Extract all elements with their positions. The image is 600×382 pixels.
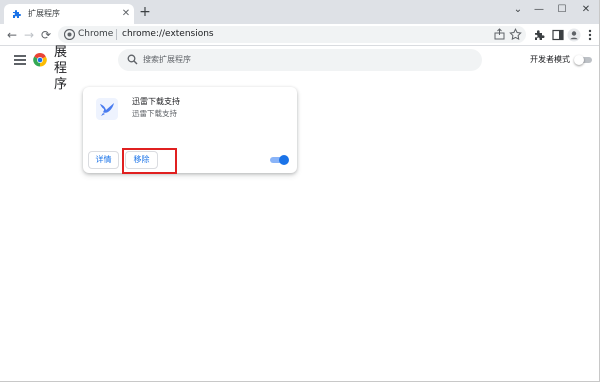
tab-close-icon[interactable]: ✕ bbox=[120, 8, 132, 20]
extension-card: 迅雷下载支持 迅雷下载支持 详情 移除 bbox=[83, 87, 297, 173]
minimize-button[interactable]: — bbox=[531, 2, 547, 18]
new-tab-button[interactable]: + bbox=[138, 5, 152, 19]
site-name: Chrome bbox=[78, 29, 114, 39]
tab-search-dropdown-icon[interactable]: ⌄ bbox=[510, 2, 526, 18]
search-placeholder: 搜索扩展程序 bbox=[143, 55, 191, 64]
chrome-site-icon bbox=[64, 29, 75, 40]
share-icon[interactable] bbox=[493, 28, 506, 41]
extension-name: 迅雷下载支持 bbox=[132, 97, 180, 106]
developer-mode-label: 开发者模式 bbox=[530, 55, 570, 64]
hamburger-menu-icon[interactable] bbox=[14, 55, 26, 65]
bookmark-star-icon[interactable] bbox=[509, 28, 522, 41]
profile-avatar-icon[interactable] bbox=[566, 27, 582, 43]
chrome-logo-icon bbox=[33, 53, 47, 67]
highlight-box bbox=[122, 148, 177, 174]
browser-toolbar: ← → ⟳ Chrome chrome://extensions bbox=[0, 24, 600, 46]
details-button[interactable]: 详情 bbox=[88, 151, 119, 169]
reload-button[interactable]: ⟳ bbox=[38, 27, 54, 43]
tab-title: 扩展程序 bbox=[28, 9, 60, 18]
tab-strip: 扩展程序 ✕ + ⌄ — ☐ ✕ bbox=[0, 0, 600, 24]
url-text[interactable]: chrome://extensions bbox=[122, 28, 214, 41]
back-button[interactable]: ← bbox=[4, 27, 20, 43]
side-panel-icon[interactable] bbox=[550, 27, 566, 43]
extensions-search-input[interactable]: 搜索扩展程序 bbox=[118, 49, 482, 71]
xunlei-bird-icon bbox=[96, 98, 118, 120]
extensions-puzzle-icon[interactable] bbox=[532, 27, 548, 43]
search-icon bbox=[127, 54, 138, 65]
developer-mode-knob bbox=[574, 55, 584, 65]
more-menu-icon[interactable] bbox=[582, 27, 598, 43]
developer-mode-toggle[interactable] bbox=[574, 55, 592, 65]
address-bar[interactable]: Chrome chrome://extensions bbox=[58, 26, 526, 43]
puzzle-icon bbox=[13, 10, 21, 18]
page-title: 展程序 bbox=[54, 45, 68, 92]
extension-enable-toggle[interactable] bbox=[270, 154, 290, 166]
extension-description: 迅雷下载支持 bbox=[132, 109, 177, 118]
extension-toggle-knob bbox=[279, 155, 289, 165]
omnibox-separator bbox=[116, 29, 117, 40]
maximize-button[interactable]: ☐ bbox=[554, 2, 570, 18]
close-window-button[interactable]: ✕ bbox=[578, 2, 594, 18]
forward-button[interactable]: → bbox=[21, 27, 37, 43]
tab-extensions[interactable]: 扩展程序 ✕ bbox=[4, 4, 134, 24]
